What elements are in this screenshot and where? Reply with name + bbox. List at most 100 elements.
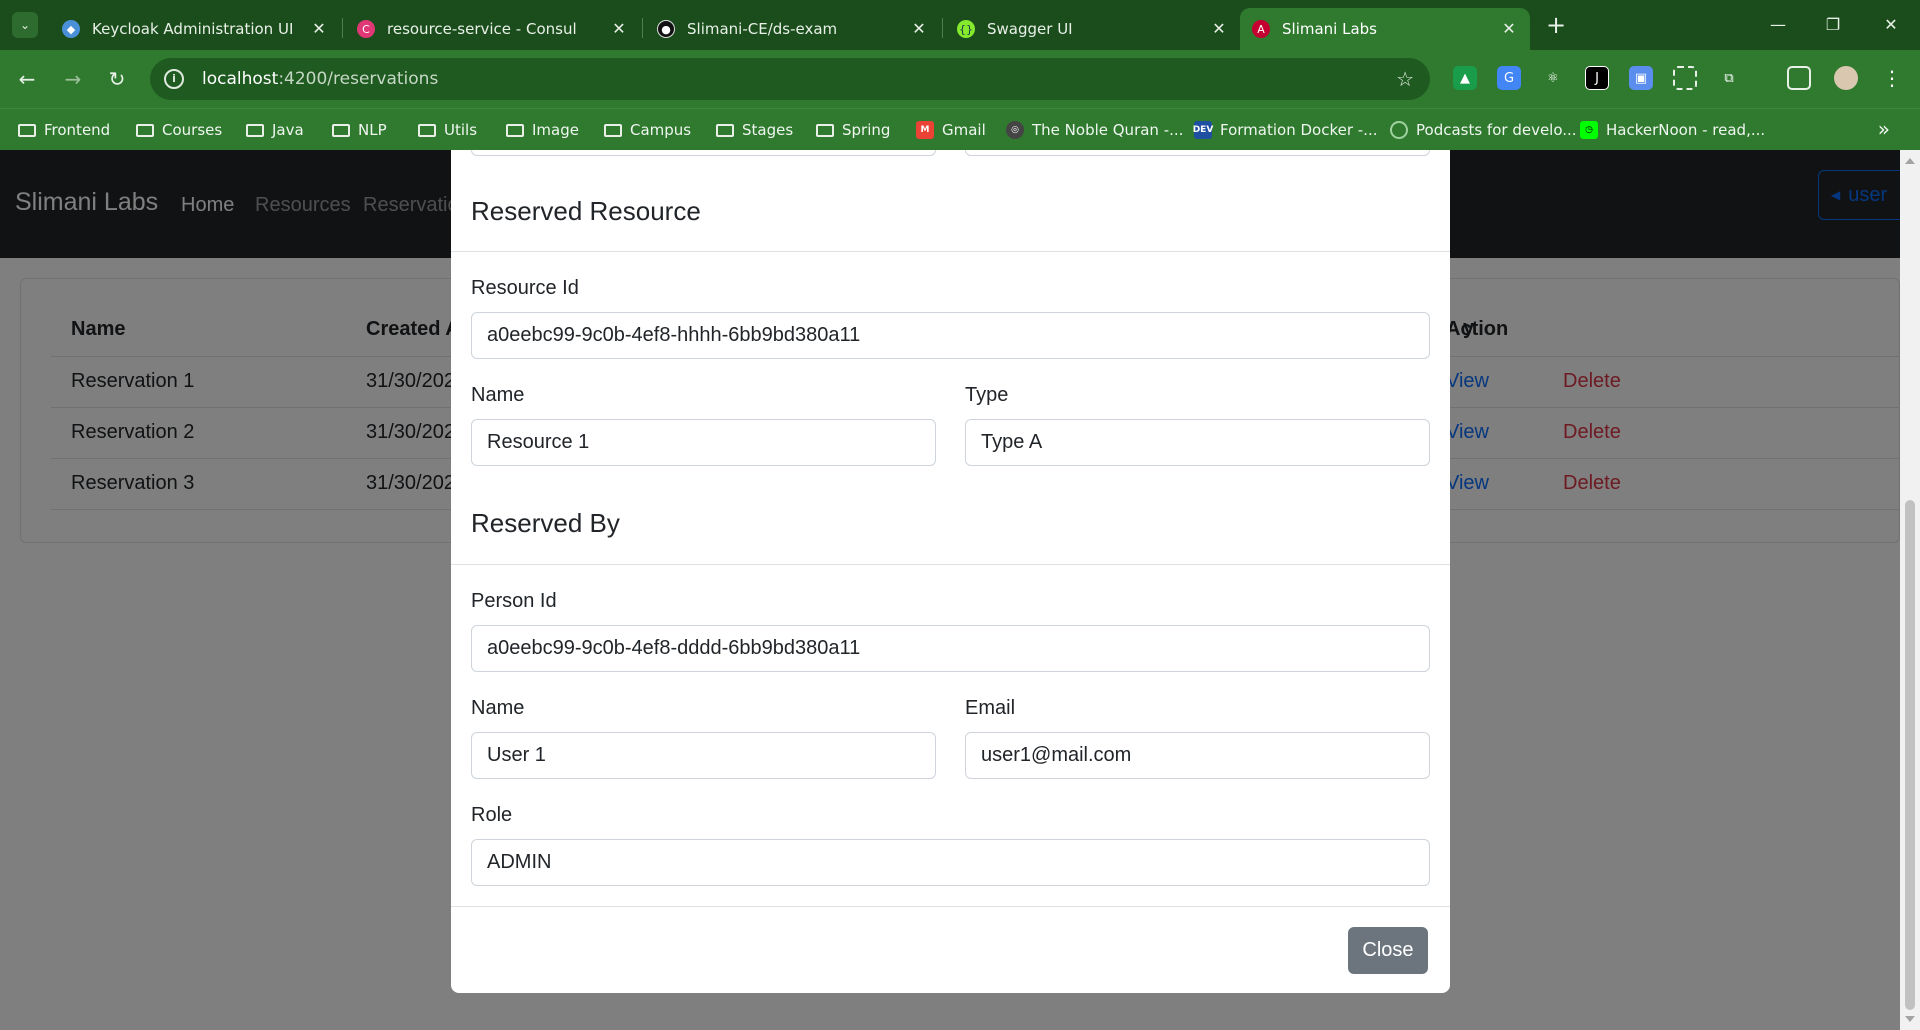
new-tab-button[interactable]: + — [1542, 12, 1570, 40]
podcast-icon — [1390, 121, 1408, 139]
bookmark-label: Podcasts for develo... — [1416, 121, 1577, 139]
bookmark-gmail[interactable]: M Gmail — [916, 109, 986, 151]
bookmark-label: Formation Docker -... — [1220, 121, 1378, 139]
folder-icon — [18, 123, 36, 137]
bookmark-star-icon[interactable]: ☆ — [1396, 67, 1414, 91]
scroll-down-arrow-icon[interactable] — [1905, 1016, 1915, 1022]
bookmarks-bar: Frontend Courses Java NLP Utils Image Ca… — [0, 108, 1920, 150]
close-icon[interactable]: ✕ — [310, 20, 328, 38]
reserved-by-heading: Reserved By — [471, 508, 620, 538]
tab-search-button[interactable]: ⌄ — [12, 12, 38, 38]
browser-menu-icon[interactable]: ⋮ — [1880, 66, 1904, 90]
url-text[interactable]: localhost:4200/reservations — [202, 69, 438, 89]
tab-consul[interactable]: C resource-service - Consul ✕ — [345, 8, 640, 50]
page-scrollbar[interactable] — [1900, 150, 1920, 1030]
url-host: localhost — [202, 69, 279, 89]
bookmark-folder[interactable]: Stages — [716, 109, 793, 151]
window-close-button[interactable]: ✕ — [1868, 10, 1914, 40]
tab-title: Keycloak Administration UI — [92, 20, 294, 38]
folder-icon — [418, 123, 436, 137]
reserved-resource-heading: Reserved Resource — [471, 196, 701, 226]
previous-field-edge — [965, 150, 1430, 156]
bookmark-quran[interactable]: ◎ The Noble Quran -... — [1006, 109, 1183, 151]
bookmark-folder[interactable]: Spring — [816, 109, 890, 151]
minimize-button[interactable]: — — [1755, 10, 1801, 40]
folder-icon — [604, 123, 622, 137]
profile-avatar[interactable] — [1834, 66, 1858, 90]
hackernoon-icon: ◷ — [1580, 121, 1598, 139]
scroll-up-arrow-icon[interactable] — [1905, 158, 1915, 164]
restore-button[interactable]: ❐ — [1810, 10, 1856, 40]
folder-icon — [716, 123, 734, 137]
extensions-puzzle-icon[interactable]: ⧉ — [1717, 66, 1741, 90]
bookmark-podcasts[interactable]: Podcasts for develo... — [1390, 109, 1577, 151]
more-bookmarks-icon[interactable]: » — [1878, 117, 1890, 141]
folder-icon — [816, 123, 834, 137]
swagger-icon: {} — [957, 20, 975, 38]
site-info-icon[interactable]: i — [164, 69, 184, 89]
google-translate-icon[interactable]: G — [1497, 66, 1521, 90]
bookmark-folder[interactable]: NLP — [332, 109, 387, 151]
google-drive-icon[interactable]: ▲ — [1453, 66, 1477, 90]
close-icon[interactable]: ✕ — [910, 20, 928, 38]
tab-github[interactable]: ● Slimani-CE/ds-exam ✕ — [645, 8, 940, 50]
tab-title: Swagger UI — [987, 20, 1073, 38]
scrollbar-thumb[interactable] — [1905, 500, 1915, 1010]
role-field[interactable]: ADMIN — [471, 839, 1430, 886]
bookmark-label: Spring — [842, 121, 891, 139]
bookmark-docker[interactable]: DEV Formation Docker -... — [1193, 109, 1378, 151]
resource-id-field[interactable]: a0eebc99-9c0b-4ef8-hhhh-6bb9bd380a11 — [471, 312, 1430, 359]
bookmark-label: Utils — [444, 121, 478, 139]
forward-button[interactable]: → — [58, 64, 88, 94]
bookmark-folder[interactable]: Utils — [418, 109, 477, 151]
reservation-details-modal: Reserved Resource Resource Id a0eebc99-9… — [451, 150, 1450, 993]
close-icon[interactable]: ✕ — [1210, 20, 1228, 38]
bookmark-label: NLP — [358, 121, 387, 139]
tab-keycloak[interactable]: ◆ Keycloak Administration UI ✕ — [50, 8, 340, 50]
side-panel-icon[interactable] — [1787, 66, 1811, 90]
react-devtools-icon[interactable]: ⚛ — [1541, 66, 1565, 90]
tab-slimani-labs[interactable]: A Slimani Labs ✕ — [1240, 8, 1530, 50]
resource-name-field[interactable]: Resource 1 — [471, 419, 936, 466]
folder-icon — [136, 123, 154, 137]
tab-separator — [942, 18, 943, 38]
tab-separator — [342, 18, 343, 38]
extension-icon[interactable]: ▣ — [1629, 66, 1653, 90]
folder-icon — [506, 123, 524, 137]
previous-field-edge — [471, 150, 936, 156]
email-field[interactable]: user1@mail.com — [965, 732, 1430, 779]
address-bar[interactable]: i localhost:4200/reservations ☆ — [150, 58, 1430, 100]
person-id-field[interactable]: a0eebc99-9c0b-4ef8-dddd-6bb9bd380a11 — [471, 625, 1430, 672]
consul-icon: C — [357, 20, 375, 38]
bookmark-folder[interactable]: Java — [246, 109, 304, 151]
bookmark-folder[interactable]: Image — [506, 109, 579, 151]
bookmark-label: Campus — [630, 121, 692, 139]
bookmark-folder[interactable]: Courses — [136, 109, 222, 151]
bookmark-folder[interactable]: Campus — [604, 109, 691, 151]
back-button[interactable]: ← — [12, 64, 42, 94]
bookmark-label: Java — [272, 121, 304, 139]
resource-type-field[interactable]: Type A — [965, 419, 1430, 466]
bookmark-label: HackerNoon - read,... — [1606, 121, 1766, 139]
web-page: Slimani Labs Home Resources Reservatic ◀… — [0, 150, 1900, 1030]
resource-id-label: Resource Id — [471, 277, 579, 299]
close-icon[interactable]: ✕ — [610, 20, 628, 38]
bookmark-label: Gmail — [942, 121, 986, 139]
person-name-field[interactable]: User 1 — [471, 732, 936, 779]
gmail-icon: M — [916, 121, 934, 139]
jetbrains-icon[interactable]: J — [1585, 66, 1609, 90]
resource-type-label: Type — [965, 384, 1009, 406]
close-icon[interactable]: ✕ — [1500, 20, 1518, 38]
bookmark-label: Courses — [162, 121, 223, 139]
bookmark-hackernoon[interactable]: ◷ HackerNoon - read,... — [1580, 109, 1765, 151]
keycloak-icon: ◆ — [62, 20, 80, 38]
screenshot-icon[interactable] — [1673, 66, 1697, 90]
tab-swagger[interactable]: {} Swagger UI ✕ — [945, 8, 1240, 50]
bookmark-folder[interactable]: Frontend — [18, 109, 110, 151]
dev-icon: DEV — [1193, 121, 1213, 139]
tab-separator — [642, 18, 643, 38]
close-button[interactable]: Close — [1348, 927, 1428, 974]
reload-button[interactable]: ↻ — [102, 64, 132, 94]
angular-icon: A — [1252, 20, 1270, 38]
tab-title: Slimani Labs — [1282, 20, 1377, 38]
